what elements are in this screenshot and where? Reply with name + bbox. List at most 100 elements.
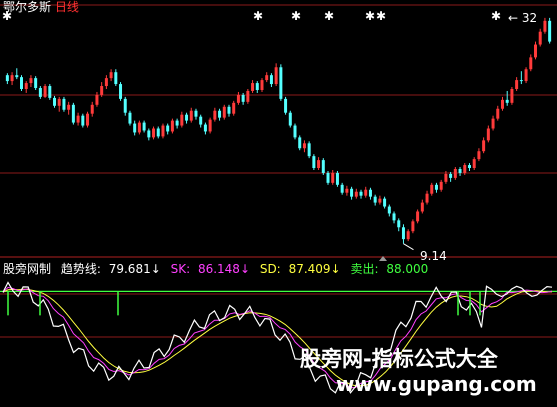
signal-star-3: ✱ bbox=[324, 9, 334, 23]
candle-body-69 bbox=[331, 172, 335, 183]
candle-body-104 bbox=[496, 108, 500, 119]
candle-body-7 bbox=[38, 88, 42, 97]
candle-body-86 bbox=[411, 221, 415, 232]
candle-body-106 bbox=[505, 99, 509, 103]
candle-body-24 bbox=[119, 84, 123, 99]
candle-body-2 bbox=[15, 75, 19, 78]
candle-body-99 bbox=[472, 159, 476, 169]
candle-body-6 bbox=[34, 78, 38, 89]
candle-body-22 bbox=[109, 72, 113, 79]
candle-body-75 bbox=[359, 191, 363, 196]
candle-body-49 bbox=[236, 94, 240, 103]
candle-body-55 bbox=[265, 75, 269, 81]
candle-body-14 bbox=[71, 104, 75, 123]
signal-star-6: ✱ bbox=[491, 9, 501, 23]
legend-trend-value: 79.681↓ bbox=[108, 262, 161, 276]
candle-body-88 bbox=[420, 202, 424, 212]
candle-body-25 bbox=[123, 98, 127, 113]
candle-body-20 bbox=[100, 86, 104, 95]
candle-body-100 bbox=[477, 151, 481, 160]
signal-star-2: ✱ bbox=[291, 9, 301, 23]
candle-body-102 bbox=[486, 128, 490, 141]
candle-body-114 bbox=[543, 20, 547, 32]
candle-body-19 bbox=[95, 94, 99, 105]
candle-body-107 bbox=[510, 88, 514, 103]
candle-body-59 bbox=[284, 98, 288, 113]
low-pointer bbox=[403, 243, 414, 251]
candle-body-12 bbox=[62, 98, 66, 110]
candle-body-48 bbox=[232, 102, 236, 114]
candle-body-0 bbox=[5, 75, 9, 82]
candle-body-95 bbox=[453, 169, 457, 178]
candle-body-54 bbox=[260, 80, 264, 90]
candle-body-87 bbox=[416, 211, 420, 222]
candle-body-11 bbox=[57, 98, 61, 106]
candle-body-61 bbox=[293, 125, 297, 138]
candle-body-103 bbox=[491, 118, 495, 129]
candle-body-78 bbox=[373, 196, 377, 203]
candle-body-60 bbox=[288, 112, 292, 126]
candle-body-66 bbox=[317, 160, 321, 169]
candle-body-81 bbox=[387, 206, 391, 214]
candle-body-65 bbox=[312, 156, 316, 169]
signal-star-4: ✱ bbox=[365, 9, 375, 23]
candle-body-50 bbox=[241, 94, 245, 102]
candle-body-56 bbox=[269, 75, 273, 85]
candle-body-21 bbox=[104, 78, 108, 87]
candle-body-34 bbox=[166, 125, 170, 132]
legend-sell-value: 88.000 bbox=[386, 262, 429, 276]
candle-body-79 bbox=[378, 198, 382, 203]
candle-body-98 bbox=[467, 165, 471, 169]
candle-body-89 bbox=[425, 193, 429, 203]
candle-body-5 bbox=[29, 78, 33, 84]
candle-body-51 bbox=[246, 90, 250, 102]
candle-body-1 bbox=[10, 75, 14, 82]
candle-body-13 bbox=[67, 104, 71, 110]
signal-star-1: ✱ bbox=[253, 9, 263, 23]
candle-body-105 bbox=[500, 99, 504, 109]
candle-body-44 bbox=[213, 110, 217, 120]
candle-body-70 bbox=[335, 172, 339, 185]
candle-body-26 bbox=[128, 112, 132, 124]
candle-body-77 bbox=[368, 189, 372, 197]
candle-body-17 bbox=[86, 113, 90, 126]
candle-body-97 bbox=[463, 165, 467, 173]
candle-body-42 bbox=[203, 124, 207, 132]
candle-body-3 bbox=[20, 77, 24, 89]
candle-body-35 bbox=[170, 120, 174, 132]
period-label: 日线 bbox=[54, 0, 79, 14]
candle-body-58 bbox=[279, 67, 283, 99]
candle-body-83 bbox=[397, 220, 401, 228]
candle-body-108 bbox=[515, 80, 519, 89]
candle-body-96 bbox=[458, 169, 462, 173]
candle-body-92 bbox=[439, 181, 443, 190]
candle-body-9 bbox=[48, 86, 52, 98]
candle-body-109 bbox=[519, 80, 523, 82]
legend-trend-label: 趋势线: bbox=[60, 262, 101, 276]
candle-body-53 bbox=[255, 83, 259, 90]
signal-star-5: ✱ bbox=[376, 9, 386, 23]
indicator-name: 股旁网制 bbox=[3, 262, 52, 276]
candle-body-71 bbox=[340, 184, 344, 193]
candle-body-16 bbox=[81, 115, 85, 126]
candle-body-46 bbox=[222, 106, 226, 118]
candle-body-8 bbox=[43, 86, 47, 97]
chart-window: ✱ ✱ ✱ ✱ ✱ ✱ ✱ 鄂尔多斯 日线 ← 32 9.14 股旁网制 趋势线: 79.6… bbox=[0, 0, 557, 407]
candle-body-73 bbox=[350, 188, 354, 197]
candle-body-45 bbox=[218, 110, 222, 118]
candle-body-91 bbox=[434, 184, 438, 190]
legend-sell-label: 卖出: bbox=[350, 262, 379, 276]
candle-body-10 bbox=[53, 97, 57, 106]
candle-body-63 bbox=[302, 143, 306, 149]
candle-body-41 bbox=[199, 116, 203, 125]
candle-body-94 bbox=[449, 173, 453, 178]
candle-body-15 bbox=[76, 115, 80, 123]
candle-body-72 bbox=[345, 188, 349, 193]
candle-body-31 bbox=[152, 128, 156, 138]
candle-body-27 bbox=[133, 123, 137, 133]
high-annotation: ← 32 bbox=[508, 11, 538, 25]
legend-sk-value: 86.148↓ bbox=[197, 262, 250, 276]
candle-body-101 bbox=[482, 140, 486, 152]
candle-body-76 bbox=[364, 189, 368, 196]
low-annotation: 9.14 bbox=[420, 249, 447, 263]
